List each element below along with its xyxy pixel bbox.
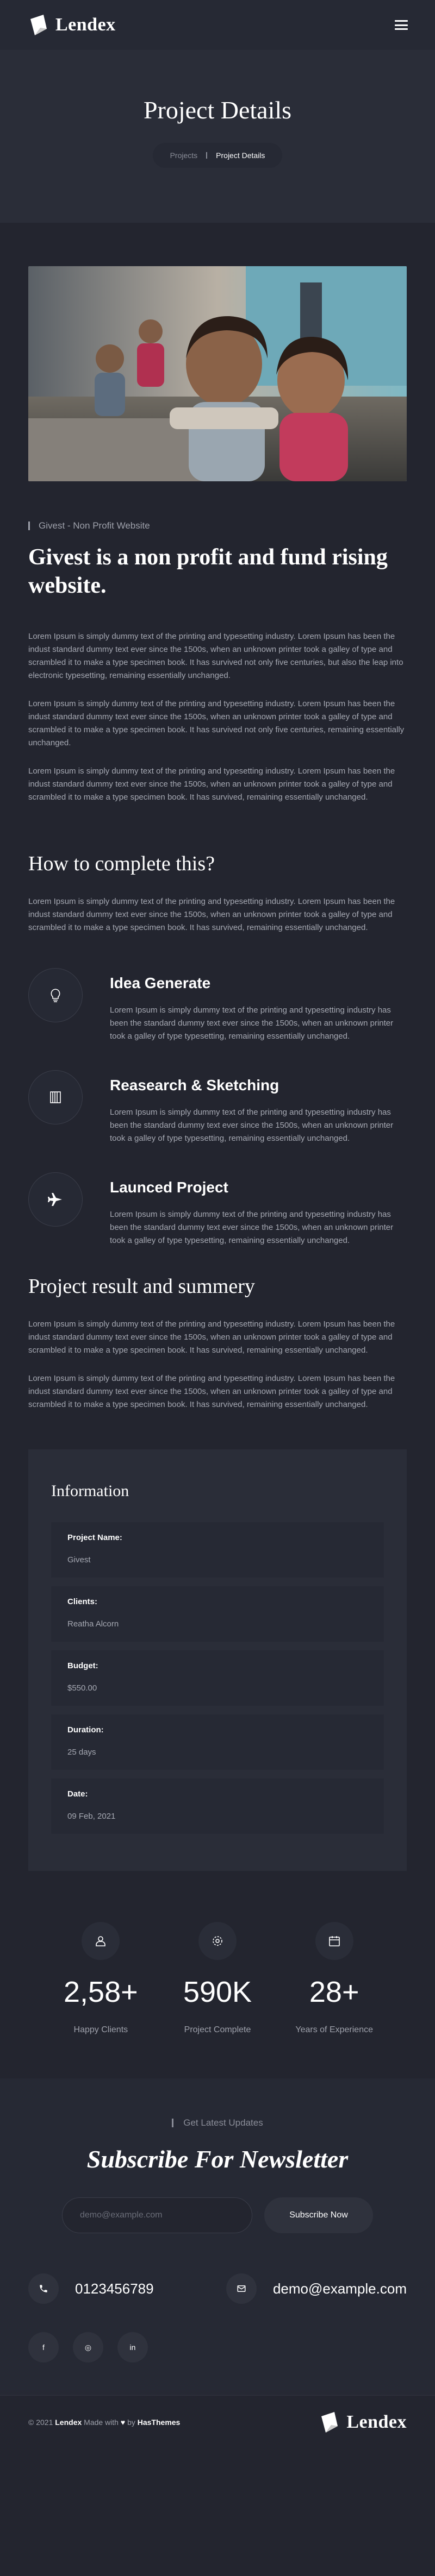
- step-text: Lorem Ipsum is simply dummy text of the …: [110, 1210, 394, 1245]
- contact-row: 0123456789 demo@example.com: [28, 2273, 407, 2304]
- contact-phone: 0123456789: [28, 2273, 154, 2304]
- subscribe-button[interactable]: Subscribe Now: [264, 2197, 373, 2233]
- logo-text: Lendex: [346, 2411, 407, 2432]
- logo-text: Lendex: [55, 15, 116, 35]
- project-tagline: Givest - Non Profit Website: [28, 520, 407, 531]
- newsletter-tag-text: Get Latest Updates: [183, 2118, 263, 2128]
- how-paragraph: Lorem Ipsum is simply dummy text of the …: [28, 897, 395, 932]
- page-title: Project Details: [143, 96, 292, 124]
- newsletter-tag-bar: [172, 2119, 174, 2127]
- step-item: Idea Generate Lorem Ipsum is simply dumm…: [28, 968, 407, 1043]
- step-text: Lorem Ipsum is simply dummy text of the …: [110, 1108, 394, 1143]
- info-value: Reatha Alcorn: [67, 1619, 119, 1629]
- summary-section-title: Project result and summery: [28, 1275, 255, 1298]
- phone-number[interactable]: 0123456789: [75, 2280, 154, 2297]
- footer-logo[interactable]: Lendex: [318, 2411, 407, 2434]
- step-title: Reasearch & Sketching: [110, 1077, 279, 1094]
- project-info-card: Information Project Name: Givest Clients…: [28, 1449, 407, 1871]
- intro-paragraph: Lorem Ipsum is simply dummy text of the …: [28, 699, 405, 747]
- breadcrumb-separator: [206, 152, 208, 159]
- footer-author[interactable]: HasThemes: [138, 2418, 181, 2427]
- info-row: Clients: Reatha Alcorn: [51, 1586, 384, 1642]
- calendar-icon: [315, 1922, 353, 1960]
- plane-icon: [28, 1172, 83, 1227]
- heart-icon: ♥: [120, 2417, 126, 2427]
- stat-label: Happy Clients: [73, 2025, 128, 2034]
- newsletter-title: Subscribe For Newsletter: [86, 2145, 349, 2173]
- stat-item: 28+ Years of Experience: [276, 1922, 393, 2035]
- info-value: Givest: [67, 1555, 91, 1565]
- step-title: Launced Project: [110, 1179, 228, 1196]
- newsletter-email-input[interactable]: [62, 2197, 252, 2233]
- dribbble-icon[interactable]: ◎: [73, 2332, 103, 2363]
- stat-item: 590K Project Complete: [159, 1922, 276, 2035]
- info-value: $550.00: [67, 1683, 97, 1693]
- stat-label: Project Complete: [184, 2025, 251, 2034]
- info-label: Duration:: [67, 1725, 104, 1735]
- gear-icon: [198, 1922, 237, 1960]
- newsletter-section: Get Latest Updates Subscribe For Newslet…: [0, 2078, 435, 2395]
- email-icon: [226, 2273, 257, 2304]
- facebook-icon[interactable]: f: [28, 2332, 59, 2363]
- newsletter-tag: Get Latest Updates: [28, 2118, 407, 2128]
- project-main-title: Givest is a non profit and fund rising w…: [28, 545, 388, 598]
- step-title: Idea Generate: [110, 975, 211, 991]
- steps-list: Idea Generate Lorem Ipsum is simply dumm…: [28, 968, 407, 1247]
- social-links: f ◎ in: [28, 2332, 407, 2363]
- info-row: Project Name: Givest: [51, 1522, 384, 1578]
- stat-value: 590K: [183, 1976, 252, 2008]
- user-icon: [82, 1922, 120, 1960]
- logo-icon: [30, 15, 47, 35]
- sketch-icon: [28, 1070, 83, 1124]
- email-address[interactable]: demo@example.com: [273, 2280, 407, 2297]
- stat-value: 2,58+: [64, 1976, 138, 2008]
- lightbulb-icon: [28, 968, 83, 1022]
- info-value: 25 days: [67, 1748, 96, 1757]
- step-item: Reasearch & Sketching Lorem Ipsum is sim…: [28, 1070, 407, 1145]
- menu-icon[interactable]: [395, 20, 408, 30]
- stat-label: Years of Experience: [295, 2025, 373, 2034]
- info-label: Date:: [67, 1789, 88, 1799]
- step-text: Lorem Ipsum is simply dummy text of the …: [110, 1006, 394, 1041]
- info-title: Information: [51, 1482, 129, 1500]
- stat-item: 2,58+ Happy Clients: [42, 1922, 159, 2035]
- summary-paragraph: Lorem Ipsum is simply dummy text of the …: [28, 1320, 395, 1355]
- breadcrumb: Projects Project Details: [152, 143, 283, 168]
- linkedin-icon[interactable]: in: [117, 2332, 148, 2363]
- stats-section: 2,58+ Happy Clients 590K Project Complet…: [28, 1922, 407, 2035]
- contact-email: demo@example.com: [226, 2273, 407, 2304]
- project-hero-image: [28, 266, 407, 481]
- newsletter-form: Subscribe Now: [28, 2197, 407, 2233]
- info-row: Duration: 25 days: [51, 1714, 384, 1770]
- site-footer: © 2021 Lendex Made with ♥ by HasThemes L…: [0, 2395, 435, 2448]
- intro-paragraph: Lorem Ipsum is simply dummy text of the …: [28, 766, 395, 802]
- footer-brand[interactable]: Lendex: [55, 2418, 82, 2427]
- info-row: Budget: $550.00: [51, 1650, 384, 1706]
- tagline-text: Givest - Non Profit Website: [39, 520, 150, 531]
- info-value: 09 Feb, 2021: [67, 1812, 116, 1821]
- step-item: Launced Project Lorem Ipsum is simply du…: [28, 1172, 407, 1247]
- how-section-title: How to complete this?: [28, 852, 215, 875]
- info-label: Project Name:: [67, 1533, 122, 1542]
- intro-paragraph: Lorem Ipsum is simply dummy text of the …: [28, 632, 403, 680]
- tagline-bar: [28, 522, 30, 530]
- page-title-section: Project Details Projects Project Details: [0, 50, 435, 223]
- phone-icon: [28, 2273, 59, 2304]
- summary-paragraph: Lorem Ipsum is simply dummy text of the …: [28, 1374, 395, 1409]
- info-label: Budget:: [67, 1661, 98, 1670]
- stat-value: 28+: [309, 1976, 359, 2008]
- breadcrumb-current: Project Details: [216, 151, 265, 160]
- site-header: Lendex: [0, 0, 435, 50]
- logo[interactable]: Lendex: [27, 14, 116, 36]
- info-row: Date: 09 Feb, 2021: [51, 1779, 384, 1834]
- info-label: Clients:: [67, 1597, 98, 1606]
- logo-icon: [321, 2411, 338, 2433]
- footer-copyright: © 2021 Lendex Made with ♥ by HasThemes: [28, 2417, 181, 2427]
- breadcrumb-link-projects[interactable]: Projects: [170, 151, 198, 160]
